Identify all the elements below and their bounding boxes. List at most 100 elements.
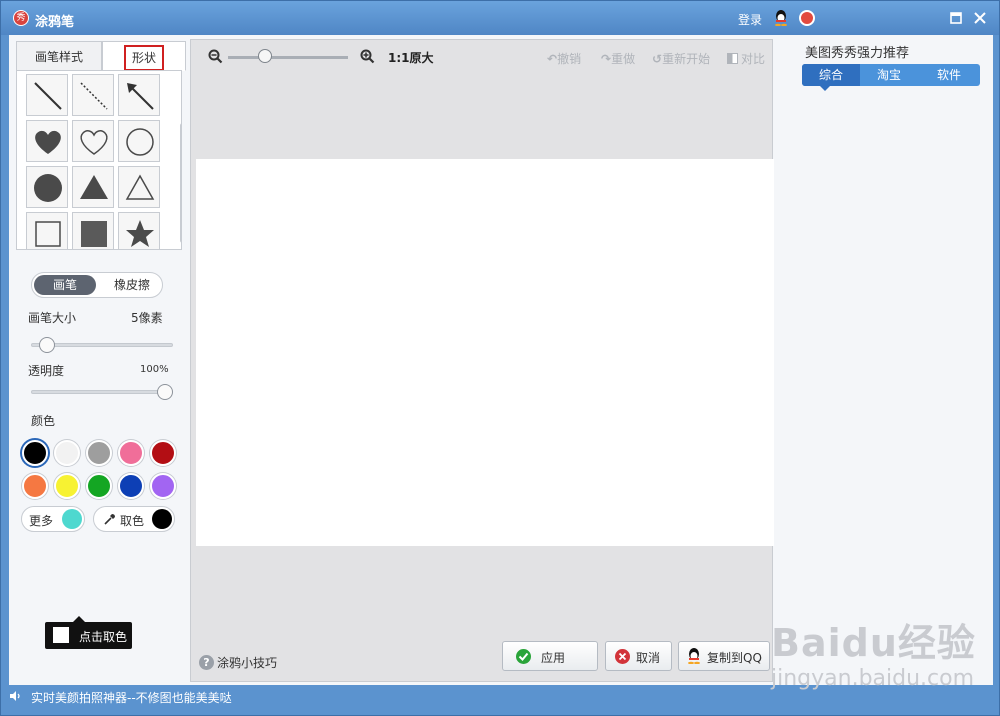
restart-button[interactable]: ↺重新开始 [652, 50, 710, 67]
color-swatch-pink[interactable] [118, 440, 144, 466]
window-bottom-border [1, 707, 999, 715]
shape-triangle-outline-button[interactable] [118, 166, 160, 208]
more-colors-label: 更多 [29, 514, 54, 528]
color-label: 颜色 [31, 414, 56, 428]
title-bar: 秀 涂鸦笔 登录 [1, 1, 999, 35]
color-swatch-blue[interactable] [118, 473, 144, 499]
redo-icon: ↷ [601, 52, 612, 66]
dashed-line-icon [80, 82, 108, 110]
brush-mode-button[interactable]: 画笔 [34, 275, 96, 295]
color-swatch-purple[interactable] [150, 473, 176, 499]
shape-square-filled-button[interactable] [72, 212, 114, 249]
zoom-slider[interactable] [228, 56, 348, 59]
app-window: 秀 涂鸦笔 登录 画笔样式 形状 画笔 橡皮擦 画笔大小 5像素 透明度 100… [0, 0, 1000, 716]
square-filled-icon [81, 221, 107, 247]
shape-square-outline-button[interactable] [26, 212, 68, 249]
apply-label: 应用 [541, 651, 566, 665]
color-swatch-black[interactable] [22, 440, 48, 466]
window-title: 涂鸦笔 [35, 15, 75, 30]
undo-icon: ↶ [547, 52, 558, 66]
color-swatch-yellow[interactable] [54, 473, 80, 499]
brush-size-value: 5像素 [131, 311, 163, 325]
color-swatch-dark-red[interactable] [150, 440, 176, 466]
baidu-watermark: Baidu经验 jingyan.baidu.com [771, 606, 991, 696]
maximize-icon[interactable] [947, 9, 965, 27]
doodle-tips-label: 涂鸦小技巧 [217, 656, 278, 670]
tab-taobao[interactable]: 淘宝 [860, 64, 918, 86]
zoom-slider-knob[interactable] [258, 49, 272, 63]
undo-button[interactable]: ↶撤销 [547, 50, 581, 67]
redo-button[interactable]: ↷重做 [601, 50, 635, 67]
opacity-value: 100% [140, 364, 169, 375]
compare-label: 对比 [741, 52, 766, 66]
opacity-knob[interactable] [157, 384, 173, 400]
shape-grid-scrollbar[interactable] [179, 115, 181, 249]
tab-brush-style-label: 画笔样式 [34, 50, 83, 64]
brush-size-knob[interactable] [38, 337, 55, 353]
more-colors-button[interactable]: 更多 [21, 506, 85, 532]
shape-star-button[interactable] [118, 212, 160, 249]
tab-software[interactable]: 软件 [918, 64, 980, 86]
zoom-in-icon[interactable] [360, 49, 375, 64]
tab-shape[interactable]: 形状 [102, 41, 186, 71]
undo-label: 撤销 [557, 52, 582, 66]
recommend-panel: 美图秀秀强力推荐 综合 淘宝 软件 [774, 35, 993, 685]
restart-icon: ↺ [652, 52, 663, 66]
triangle-filled-icon [80, 175, 108, 199]
circle-outline-icon [126, 128, 154, 156]
tooltip-color-box [53, 627, 69, 643]
opacity-slider[interactable] [31, 384, 173, 400]
restart-label: 重新开始 [662, 52, 711, 66]
color-swatch-green[interactable] [86, 473, 112, 499]
canvas-panel: 1:1原大 ↶撤销 ↷重做 ↺重新开始 对比 ? 涂鸦小技巧 应用 取消 复制到… [190, 39, 775, 682]
copy-to-qq-button[interactable]: 复制到QQ [678, 641, 770, 671]
shape-circle-outline-button[interactable] [118, 120, 160, 162]
color-swatch-white[interactable] [54, 440, 80, 466]
shape-grid [16, 70, 182, 250]
eyedropper-icon [104, 514, 115, 525]
status-text[interactable]: 实时美颜拍照神器--不修图也能美美哒 [31, 689, 232, 706]
recommend-title: 美图秀秀强力推荐 [805, 46, 910, 61]
color-swatch-gray[interactable] [86, 440, 112, 466]
canvas-toolbar: 1:1原大 ↶撤销 ↷重做 ↺重新开始 对比 [191, 40, 772, 74]
watermark-url: jingyan.baidu.com [771, 666, 975, 691]
doodle-tips-link[interactable]: ? 涂鸦小技巧 [199, 654, 277, 671]
picked-color-preview [152, 509, 172, 529]
drawing-canvas[interactable] [196, 159, 775, 546]
weibo-icon[interactable] [799, 10, 815, 26]
shape-heart-filled-button[interactable] [26, 120, 68, 162]
color-pick-tooltip: 点击取色 [45, 616, 132, 649]
tab-general[interactable]: 综合 [802, 64, 860, 86]
star-filled-icon [126, 220, 154, 247]
shape-circle-filled-button[interactable] [26, 166, 68, 208]
brush-size-slider[interactable] [31, 337, 173, 353]
scrollbar-thumb[interactable] [180, 123, 181, 243]
shape-heart-outline-button[interactable] [72, 120, 114, 162]
cancel-label: 取消 [636, 651, 661, 665]
mode-toggle: 画笔 橡皮擦 [31, 272, 163, 298]
color-swatch-orange[interactable] [22, 473, 48, 499]
eraser-mode-button[interactable]: 橡皮擦 [102, 275, 162, 295]
color-picker-label: 取色 [120, 514, 145, 528]
close-icon[interactable] [971, 9, 989, 27]
shape-triangle-filled-button[interactable] [72, 166, 114, 208]
qq-penguin-icon [688, 648, 700, 664]
actual-size-button[interactable]: 1:1原大 [388, 49, 434, 66]
brush-size-label: 画笔大小 [28, 311, 77, 325]
tooltip-text: 点击取色 [79, 630, 128, 644]
login-link[interactable]: 登录 [738, 11, 762, 28]
qq-icon[interactable] [774, 10, 788, 26]
apply-button[interactable]: 应用 [502, 641, 598, 671]
square-outline-icon [35, 221, 61, 247]
shape-arrow-button[interactable] [118, 74, 160, 116]
color-picker-button[interactable]: 取色 [93, 506, 175, 532]
shape-dashed-line-button[interactable] [72, 74, 114, 116]
left-panel: 画笔样式 形状 画笔 橡皮擦 画笔大小 5像素 透明度 100% 颜色 更多 取… [9, 35, 192, 685]
shape-line-button[interactable] [26, 74, 68, 116]
tab-brush-style[interactable]: 画笔样式 [16, 41, 102, 71]
cancel-button[interactable]: 取消 [605, 641, 672, 671]
heart-outline-icon [80, 130, 108, 155]
cancel-icon [615, 649, 630, 664]
zoom-out-icon[interactable] [208, 49, 223, 64]
compare-button[interactable]: 对比 [727, 50, 765, 67]
